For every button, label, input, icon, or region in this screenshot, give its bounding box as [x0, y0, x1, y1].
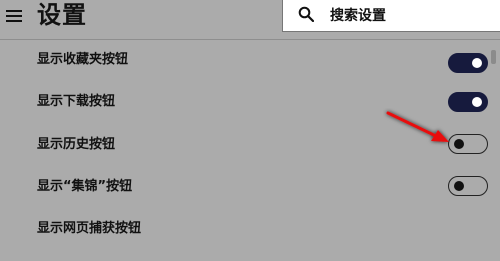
setting-label-collections-button: 显示“集锦”按钮: [37, 179, 133, 194]
toggle-knob: [454, 139, 464, 149]
setting-label-history-button: 显示历史按钮: [37, 137, 116, 152]
collections-button-toggle[interactable]: [448, 176, 488, 196]
toggle-knob: [454, 181, 464, 191]
header-fade: [0, 40, 500, 52]
favorites-button-toggle[interactable]: [448, 53, 488, 73]
red-arrow-icon: [386, 111, 449, 142]
setting-label-downloads-button: 显示下载按钮: [37, 94, 116, 109]
toggle-knob: [472, 97, 482, 107]
search-input[interactable]: 搜索设置: [282, 0, 500, 32]
toggle-knob: [472, 58, 482, 68]
scrollbar-thumb[interactable]: [491, 50, 496, 64]
history-button-toggle[interactable]: [448, 134, 488, 154]
search-icon: [298, 6, 314, 22]
hamburger-menu-icon[interactable]: [6, 10, 22, 22]
page-title: 设置: [37, 1, 87, 29]
search-placeholder: 搜索设置: [330, 8, 386, 24]
setting-label-web-capture-button: 显示网页捕获按钮: [37, 221, 142, 236]
setting-label-favorites-button: 显示收藏夹按钮: [37, 52, 129, 67]
downloads-button-toggle[interactable]: [448, 92, 488, 112]
